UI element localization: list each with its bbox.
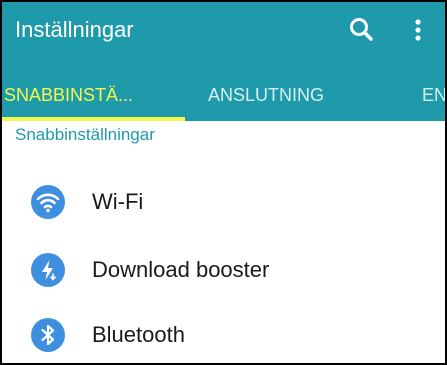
bluetooth-icon xyxy=(31,318,65,352)
tab-enhet[interactable]: ENH xyxy=(422,84,445,106)
active-tab-indicator xyxy=(2,117,185,121)
tab-anslutning[interactable]: ANSLUTNING xyxy=(208,84,324,106)
setting-label-bluetooth: Bluetooth xyxy=(92,322,185,347)
setting-item-download-booster[interactable]: Download booster xyxy=(2,241,445,299)
tab-snabbinstallningar[interactable]: SNABBINSTÄ... xyxy=(4,84,133,106)
search-icon xyxy=(350,18,373,41)
search-button[interactable] xyxy=(346,14,378,46)
setting-item-bluetooth[interactable]: Bluetooth xyxy=(2,306,445,363)
screen-frame: Inställningar SNABBINSTÄ... ANSLUTNING E… xyxy=(0,0,447,365)
more-vert-icon xyxy=(415,19,421,41)
app-title: Inställningar xyxy=(15,17,134,42)
app-bar: Inställningar xyxy=(2,2,445,58)
setting-label-download-booster: Download booster xyxy=(92,257,270,282)
download-booster-icon xyxy=(31,253,65,287)
more-options-button[interactable] xyxy=(406,14,430,46)
wifi-icon xyxy=(31,185,65,219)
setting-label-wifi: Wi-Fi xyxy=(92,189,144,214)
setting-item-wifi[interactable]: Wi-Fi xyxy=(2,173,445,231)
section-header: Snabbinställningar xyxy=(15,125,155,144)
tab-bar: SNABBINSTÄ... ANSLUTNING ENH xyxy=(2,58,445,121)
